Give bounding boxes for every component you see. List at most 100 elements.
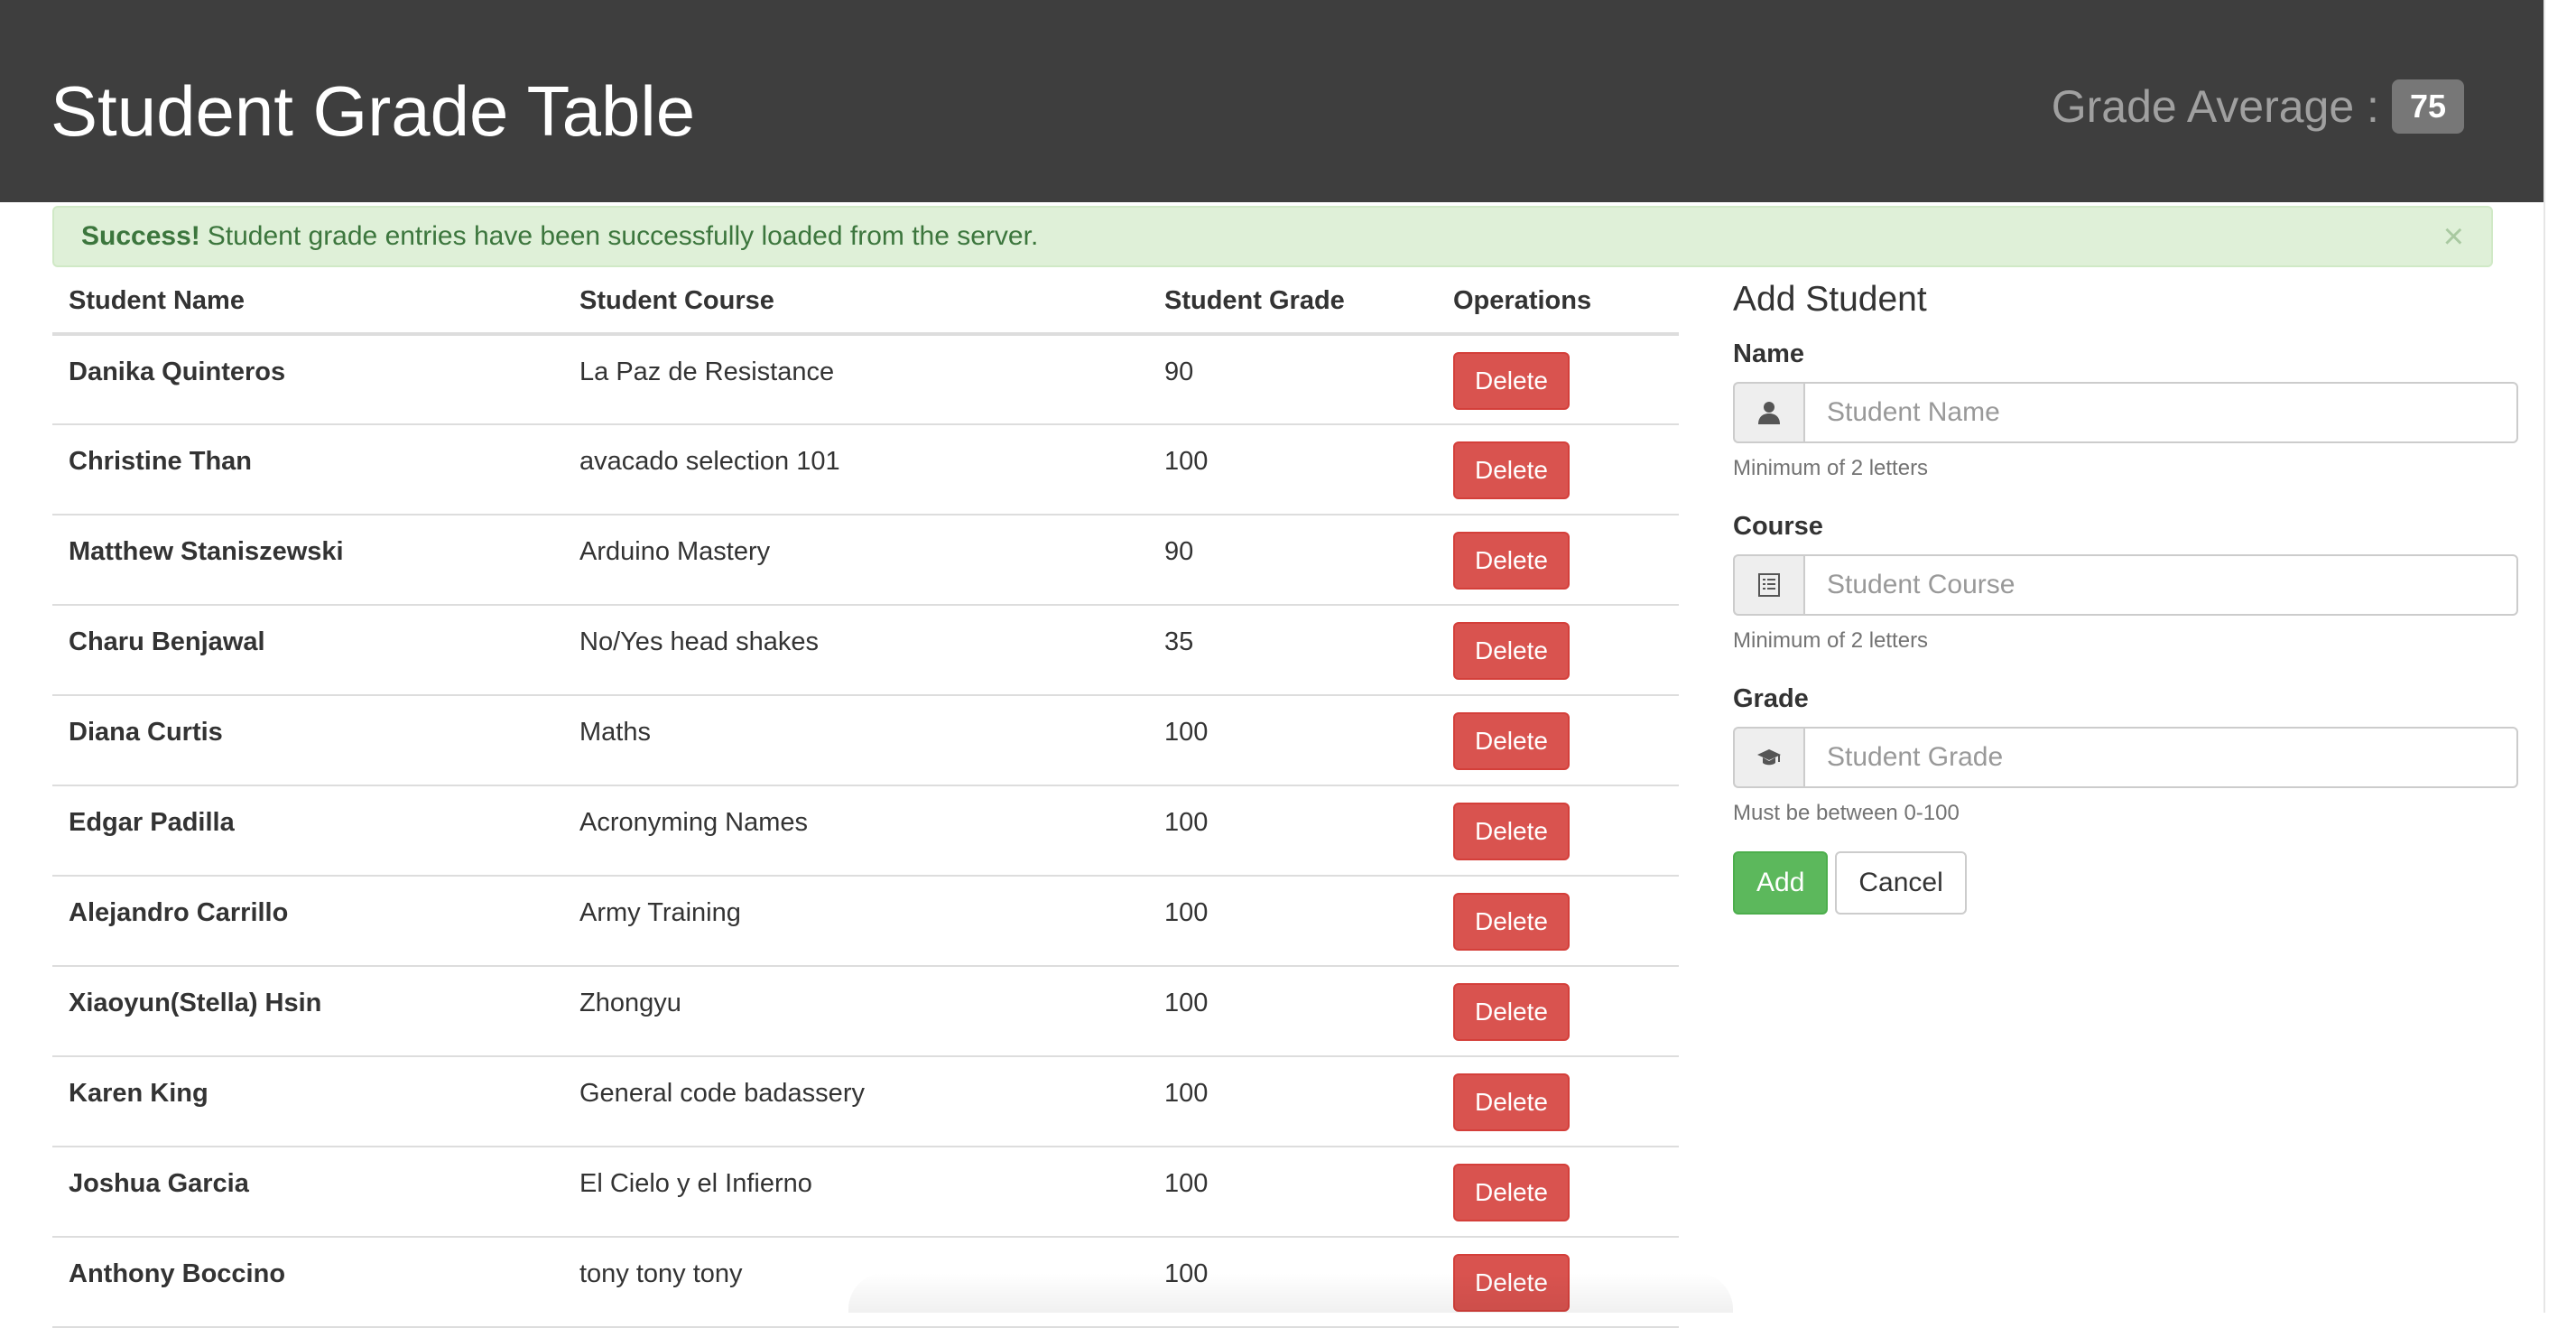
student-name: Edgar Padilla	[69, 808, 235, 837]
form-buttons: Add Cancel	[1733, 851, 2518, 915]
student-grade-cell: 100	[1148, 424, 1437, 515]
operations-cell: Delete	[1437, 515, 1679, 606]
student-course-cell: Maths	[563, 695, 1148, 786]
student-name-input[interactable]	[1803, 382, 2518, 443]
operations-cell: Delete	[1437, 1237, 1679, 1328]
operations-cell: Delete	[1437, 424, 1679, 515]
list-icon	[1733, 554, 1803, 616]
student-grade: 90	[1164, 358, 1194, 386]
name-input-group	[1733, 382, 2518, 443]
page-header: Student Grade Table Grade Average : 75	[0, 0, 2545, 202]
name-help-text: Minimum of 2 letters	[1733, 456, 1929, 480]
student-course-cell: Arduino Mastery	[563, 515, 1148, 606]
table-row: Matthew Staniszewski Arduino Mastery 90 Del…	[52, 515, 1679, 606]
student-name-cell: Charu Benjawal	[52, 605, 563, 696]
graduation-cap-icon	[1733, 727, 1803, 788]
alert-strong: Success!	[81, 221, 200, 251]
delete-button[interactable]: Delete	[1453, 622, 1570, 680]
column-header-name: Student Name	[52, 269, 563, 336]
table-row: Charu Benjawal No/Yes head shakes 35 Delete	[52, 605, 1679, 696]
operations-cell: Delete	[1437, 876, 1679, 967]
student-name: Charu Benjawal	[69, 627, 265, 656]
delete-button[interactable]: Delete	[1453, 983, 1570, 1041]
column-header-grade: Student Grade	[1148, 269, 1437, 336]
user-icon	[1733, 382, 1803, 443]
table-row: Xiaoyun(Stella) Hsin Zhongyu 100 Delete	[52, 966, 1679, 1057]
table-row: Anthony Boccino tony tony tony 100 Delete	[52, 1237, 1679, 1328]
delete-button[interactable]: Delete	[1453, 1073, 1570, 1131]
column-header-operations: Operations	[1437, 269, 1679, 336]
student-name: Danika Quinteros	[69, 358, 286, 386]
grade-average-label: Grade Average :	[2051, 81, 2379, 132]
delete-button[interactable]: Delete	[1453, 803, 1570, 860]
student-grade: 100	[1164, 1259, 1209, 1288]
delete-button[interactable]: Delete	[1453, 532, 1570, 590]
grade-label: Grade	[1733, 684, 1809, 713]
student-name: Joshua Garcia	[69, 1169, 249, 1198]
student-course: La Paz de Resistance	[579, 358, 835, 386]
course-label: Course	[1733, 512, 1823, 541]
table-row: Edgar Padilla Acronyming Names 100 Delete	[52, 785, 1679, 877]
grade-field-group: Grade Must be between 0-100	[1733, 684, 2518, 826]
student-course-cell: No/Yes head shakes	[563, 605, 1148, 696]
student-course: avacado selection 101	[579, 447, 840, 476]
student-name: Anthony Boccino	[69, 1259, 286, 1288]
operations-cell: Delete	[1437, 785, 1679, 877]
add-button[interactable]: Add	[1733, 851, 1829, 915]
student-name-cell: Karen King	[52, 1056, 563, 1147]
student-grade: 100	[1164, 447, 1209, 476]
alert-message: Student grade entries have been successf…	[207, 221, 1039, 251]
student-name: Diana Curtis	[69, 718, 223, 747]
student-name: Alejandro Carrillo	[69, 898, 289, 927]
student-name-cell: Xiaoyun(Stella) Hsin	[52, 966, 563, 1057]
delete-button[interactable]: Delete	[1453, 893, 1570, 951]
student-name-cell: Diana Curtis	[52, 695, 563, 786]
course-field-group: Course Minimum of 2 letters	[1733, 512, 2518, 654]
cancel-button[interactable]: Cancel	[1835, 851, 1967, 915]
student-course-input[interactable]	[1803, 554, 2518, 616]
table-row: Alejandro Carrillo Army Training 100 Delete	[52, 876, 1679, 967]
student-course: Maths	[579, 718, 651, 747]
operations-cell: Delete	[1437, 1056, 1679, 1147]
student-grade-cell: 100	[1148, 876, 1437, 967]
grade-input-group	[1733, 727, 2518, 788]
student-course: General code badassery	[579, 1079, 865, 1108]
grade-help-text: Must be between 0-100	[1733, 801, 1960, 825]
close-icon[interactable]: ×	[2443, 218, 2464, 255]
student-name-cell: Danika Quinteros	[52, 334, 563, 425]
student-course: Army Training	[579, 898, 741, 927]
student-name: Karen King	[69, 1079, 208, 1108]
delete-button[interactable]: Delete	[1453, 1164, 1570, 1221]
student-grade: 100	[1164, 718, 1209, 747]
delete-button[interactable]: Delete	[1453, 712, 1570, 770]
student-grade-cell: 100	[1148, 1147, 1437, 1238]
column-header-course: Student Course	[563, 269, 1148, 336]
student-grade: 100	[1164, 989, 1209, 1017]
student-grade-cell: 100	[1148, 1237, 1437, 1328]
student-name-cell: Christine Than	[52, 424, 563, 515]
student-course: Zhongyu	[579, 989, 681, 1017]
operations-cell: Delete	[1437, 334, 1679, 425]
table-header-row: Student Name Student Course Student Grad…	[52, 269, 1679, 336]
student-grade: 90	[1164, 537, 1194, 566]
name-label: Name	[1733, 339, 1804, 368]
student-grade-cell: 100	[1148, 1056, 1437, 1147]
student-name-cell: Edgar Padilla	[52, 785, 563, 877]
student-course-cell: Army Training	[563, 876, 1148, 967]
form-title: Add Student	[1733, 280, 1927, 319]
student-course: El Cielo y el Infierno	[579, 1169, 812, 1198]
student-name: Xiaoyun(Stella) Hsin	[69, 989, 322, 1017]
student-name-cell: Joshua Garcia	[52, 1147, 563, 1238]
course-input-group	[1733, 554, 2518, 616]
student-grade-input[interactable]	[1803, 727, 2518, 788]
page-title: Student Grade Table	[51, 71, 696, 151]
add-student-form: Add Student Name Minimum of 2 letters Co…	[1733, 280, 2518, 915]
delete-button[interactable]: Delete	[1453, 352, 1570, 410]
student-name: Matthew Staniszewski	[69, 537, 344, 566]
delete-button[interactable]: Delete	[1453, 1254, 1570, 1312]
delete-button[interactable]: Delete	[1453, 441, 1570, 499]
table-row: Karen King General code badassery 100 Delet…	[52, 1056, 1679, 1147]
course-help-text: Minimum of 2 letters	[1733, 628, 1929, 653]
student-course-cell: avacado selection 101	[563, 424, 1148, 515]
scrollbar[interactable]	[2544, 0, 2576, 1313]
